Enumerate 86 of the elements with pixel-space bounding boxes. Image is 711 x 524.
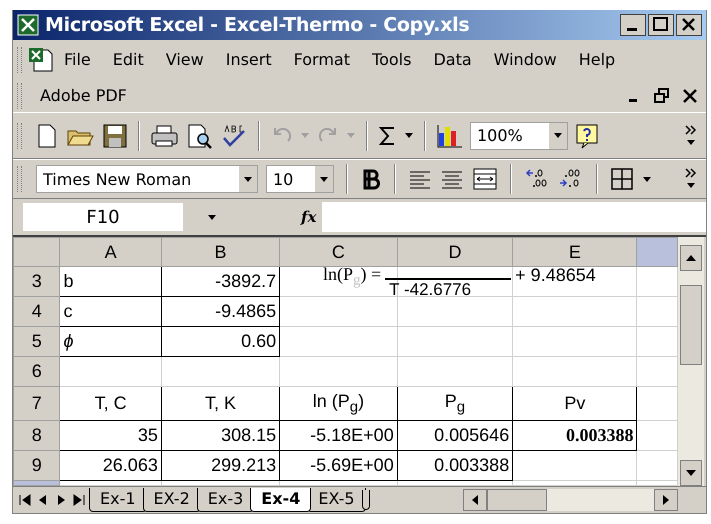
table-cell: ϕ <box>60 326 162 357</box>
sheet-tab[interactable]: Ex-4 <box>250 488 312 512</box>
spelling-check-icon[interactable] <box>220 122 248 148</box>
menu-item[interactable]: View <box>154 48 215 72</box>
print-preview-icon[interactable] <box>186 122 214 148</box>
table-cell: -5.18E+00 <box>280 420 398 451</box>
table-cell: c <box>60 296 162 327</box>
table-cell: P$_{g}$ <box>397 386 513 421</box>
excel-logo-icon <box>17 14 39 36</box>
first-sheet-icon[interactable] <box>17 492 33 508</box>
save-icon[interactable] <box>102 122 128 148</box>
column-header[interactable]: E <box>512 238 637 267</box>
row-header[interactable]: 7 <box>14 386 60 421</box>
table-cell: 0.003388 <box>397 450 513 481</box>
name-box[interactable]: F10 <box>23 203 183 232</box>
caret-icon <box>549 122 567 148</box>
restore-icon[interactable] <box>654 88 670 104</box>
menu-item[interactable]: Help <box>568 48 626 72</box>
scroll-up-icon[interactable] <box>680 245 702 272</box>
bar-chart-icon[interactable] <box>436 122 464 148</box>
table-cell: 0.003388 <box>512 420 637 451</box>
caret-icon <box>239 166 257 192</box>
zoom-dropdown[interactable]: 100% <box>470 122 568 150</box>
table-cell: -3892.7 <box>161 266 280 297</box>
table-cell: -5.69E+00 <box>280 450 398 481</box>
row-header[interactable]: 4 <box>14 296 60 327</box>
excel-document-icon[interactable] <box>28 46 54 73</box>
table-cell: T, C <box>60 386 162 421</box>
caret-icon[interactable] <box>404 132 414 139</box>
column-header[interactable]: A <box>60 238 162 267</box>
borders-icon[interactable] <box>610 167 634 192</box>
row-header[interactable]: 8 <box>14 420 60 451</box>
column-header[interactable]: C <box>280 238 398 267</box>
table-cell: 26.063 <box>60 450 162 481</box>
menu-item[interactable]: Edit <box>102 48 155 72</box>
scroll-down-icon[interactable] <box>680 460 702 486</box>
menu-item[interactable]: Window <box>482 48 568 72</box>
caret-icon <box>315 166 333 192</box>
font-size-dropdown[interactable]: 10 <box>266 165 334 194</box>
row-header[interactable]: 9 <box>14 450 60 481</box>
vertical-scrollbar[interactable] <box>678 237 704 486</box>
close-icon[interactable] <box>682 88 698 104</box>
menu-item[interactable]: File <box>54 48 102 72</box>
column-header[interactable]: D <box>397 238 513 267</box>
table-cell: 0.005646 <box>397 420 513 451</box>
table-cell: b <box>60 266 162 297</box>
sheet-tab[interactable]: Ex-1 <box>89 488 147 512</box>
table-cell: 308.15 <box>161 420 280 451</box>
table-cell: Pv <box>512 386 637 421</box>
scroll-thumb[interactable] <box>680 285 702 366</box>
scroll-thumb[interactable] <box>487 489 547 512</box>
window-title: Microsoft Excel - Excel-Thermo - Copy.xls <box>45 14 470 36</box>
scroll-right-icon[interactable] <box>654 489 678 512</box>
formula-input[interactable] <box>322 202 706 232</box>
table-cell: ln (P$_{g}$) <box>280 386 398 421</box>
caret-icon[interactable] <box>207 214 217 221</box>
merge-center-icon[interactable] <box>472 167 498 192</box>
menu-item[interactable]: Adobe PDF <box>32 84 138 108</box>
row-header[interactable]: 3 <box>14 266 60 297</box>
last-sheet-icon[interactable] <box>71 492 87 508</box>
column-header[interactable]: B <box>161 238 280 267</box>
equation-text: ln(P$_{g}$) = <box>323 264 382 290</box>
sheet-tab[interactable]: EX-2 <box>142 488 201 512</box>
caret-icon[interactable] <box>642 176 652 183</box>
table-cell: 299.213 <box>161 450 280 481</box>
equation-denominator: T -42.6776 <box>388 280 472 300</box>
table-cell: T, K <box>161 386 280 421</box>
menu-item[interactable]: Format <box>282 48 362 72</box>
menu-item[interactable]: Data <box>422 48 483 72</box>
equation-text: + 9.48654 <box>515 265 596 286</box>
overflow-chevron-icon[interactable] <box>684 124 698 148</box>
row-header[interactable]: 5 <box>14 326 60 357</box>
printer-icon[interactable] <box>150 122 180 148</box>
row-header[interactable]: 6 <box>14 356 60 387</box>
menu-item[interactable]: Insert <box>214 48 283 72</box>
table-cell: 35 <box>60 420 162 451</box>
table-cell: -9.4865 <box>161 296 280 327</box>
close-icon[interactable] <box>676 14 702 36</box>
scroll-left-icon[interactable] <box>463 489 487 512</box>
font-dropdown[interactable]: Times New Roman <box>36 165 258 194</box>
menu-item[interactable]: Tools <box>361 48 422 72</box>
insert-function-button[interactable]: fx <box>297 208 320 226</box>
horizontal-scrollbar[interactable] <box>463 489 678 512</box>
minimize-icon[interactable] <box>620 14 646 36</box>
maximize-icon[interactable] <box>648 14 674 36</box>
table-cell: 0.60 <box>161 326 280 357</box>
